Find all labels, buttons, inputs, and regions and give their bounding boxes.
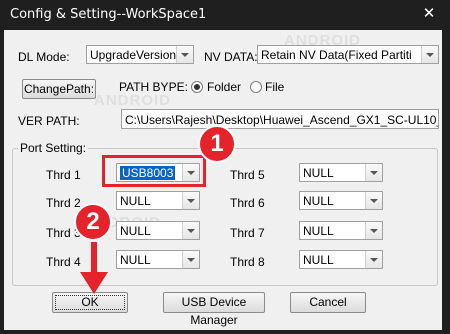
thread-5-value: NULL: [303, 166, 334, 180]
chevron-down-icon[interactable]: [421, 46, 438, 63]
thread-7-select[interactable]: NULL: [299, 221, 383, 240]
thread-1-label: Thrd 1: [46, 168, 81, 182]
thread-2-value: NULL: [120, 194, 151, 208]
cancel-button[interactable]: Cancel: [290, 292, 366, 313]
chevron-down-icon[interactable]: [176, 46, 193, 63]
step-1-badge: 1: [198, 125, 236, 163]
step-2-badge: 2: [74, 203, 112, 241]
arrow-down-icon: [80, 242, 108, 294]
thread-2-select[interactable]: NULL: [116, 191, 200, 210]
radio-file-label[interactable]: File: [265, 80, 284, 94]
chevron-down-icon[interactable]: [365, 192, 382, 209]
dialog-client-area: ANDROID ANDROID ANDROID DL Mode: Upgrade…: [4, 30, 442, 330]
change-path-button[interactable]: ChangePath:: [22, 79, 96, 99]
ver-path-input[interactable]: C:\Users\Rajesh\Desktop\Huawei_Ascend_GX…: [121, 109, 439, 129]
close-icon[interactable]: ✕: [420, 5, 438, 23]
dl-mode-label: DL Mode:: [18, 50, 70, 64]
config-dialog: Config & Setting--WorkSpace1 ✕ ANDROID A…: [0, 0, 450, 334]
radio-file[interactable]: [250, 81, 262, 93]
window-title: Config & Setting--WorkSpace1: [10, 7, 207, 22]
path-type-label: PATH BYPE:: [119, 80, 188, 94]
chevron-down-icon[interactable]: [182, 192, 199, 209]
usb-device-manager-button[interactable]: USB Device Manager: [163, 292, 265, 327]
thread-8-value: NULL: [303, 253, 334, 267]
ver-path-label: VER PATH:: [18, 114, 80, 128]
title-bar: Config & Setting--WorkSpace1 ✕: [0, 0, 450, 30]
thread-6-select[interactable]: NULL: [299, 191, 383, 210]
thread-1-highlight: [102, 155, 206, 187]
nv-data-value: Retain NV Data(Fixed Partiti: [261, 48, 412, 62]
thread-4-select[interactable]: NULL: [116, 250, 200, 269]
nv-data-label: NV DATA:: [204, 50, 258, 64]
thread-3-value: NULL: [120, 224, 151, 238]
watermark: ANDROID: [94, 92, 171, 109]
dl-mode-select[interactable]: UpgradeVersion: [86, 45, 194, 64]
thread-8-select[interactable]: NULL: [299, 250, 383, 269]
thread-6-label: Thrd 6: [230, 196, 265, 210]
chevron-down-icon[interactable]: [182, 222, 199, 239]
port-setting-title: Port Setting:: [18, 141, 89, 155]
chevron-down-icon[interactable]: [365, 222, 382, 239]
thread-2-label: Thrd 2: [46, 196, 81, 210]
thread-7-label: Thrd 7: [230, 226, 265, 240]
thread-7-value: NULL: [303, 224, 334, 238]
thread-3-select[interactable]: NULL: [116, 221, 200, 240]
chevron-down-icon[interactable]: [182, 251, 199, 268]
radio-folder[interactable]: [191, 81, 203, 93]
dl-mode-value: UpgradeVersion: [90, 48, 177, 62]
thread-8-label: Thrd 8: [230, 255, 265, 269]
thread-4-value: NULL: [120, 253, 151, 267]
ver-path-value: C:\Users\Rajesh\Desktop\Huawei_Ascend_GX…: [125, 113, 439, 127]
chevron-down-icon[interactable]: [365, 164, 382, 181]
radio-folder-label[interactable]: Folder: [207, 80, 241, 94]
nv-data-select[interactable]: Retain NV Data(Fixed Partiti: [257, 45, 439, 64]
thread-6-value: NULL: [303, 194, 334, 208]
thread-5-select[interactable]: NULL: [299, 163, 383, 182]
chevron-down-icon[interactable]: [365, 251, 382, 268]
thread-5-label: Thrd 5: [230, 168, 265, 182]
